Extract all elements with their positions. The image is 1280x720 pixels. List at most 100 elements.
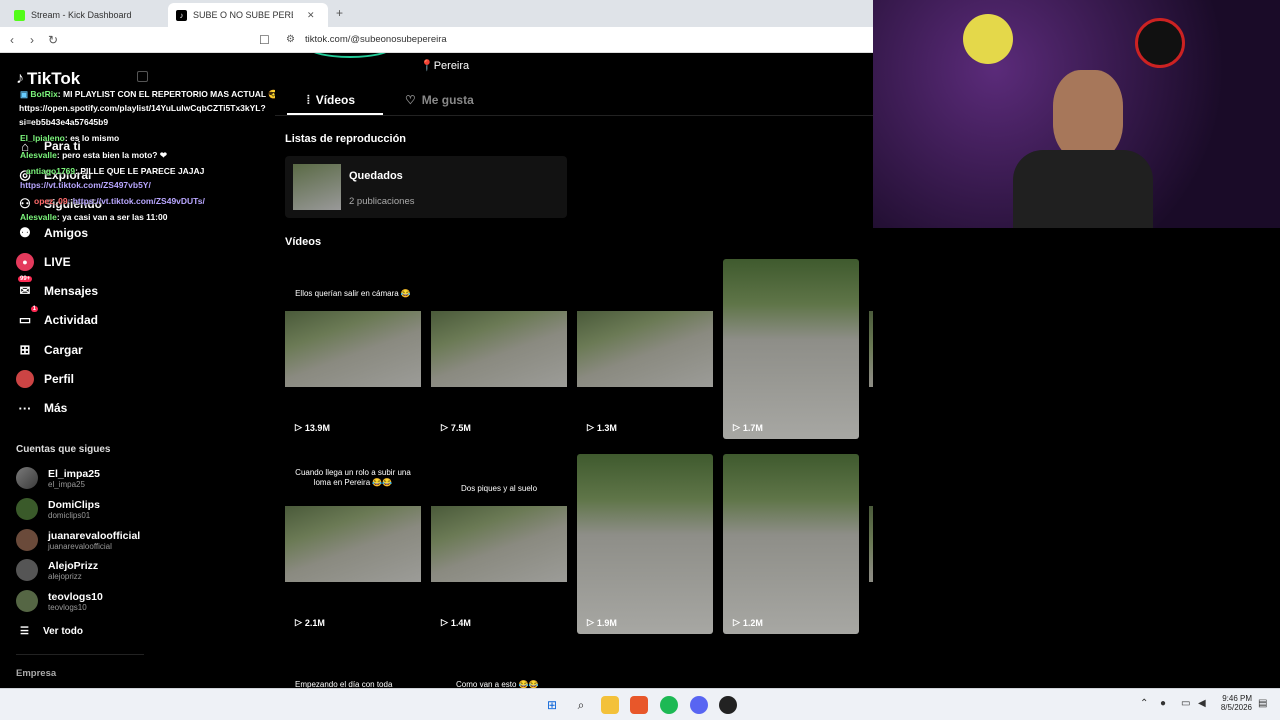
brave-icon[interactable] — [630, 696, 648, 714]
play-icon: ▷ — [295, 422, 302, 432]
video-thumbnail — [285, 506, 421, 582]
windows-start-icon[interactable]: ⊞ — [543, 696, 561, 714]
view-count: ▷ 1.2M — [733, 617, 763, 628]
divider — [275, 115, 873, 116]
close-tab-icon[interactable]: ✕ — [307, 10, 315, 21]
video-card[interactable]: ▷ 7.5M — [431, 259, 567, 439]
chat-badge-icon: ▣ — [20, 89, 29, 99]
file-explorer-icon[interactable] — [601, 696, 619, 714]
view-count: ▷ 7.5M — [441, 422, 471, 433]
following-item[interactable]: juanarevaloofficial juanarevaloofficial — [16, 529, 140, 551]
webcam-overlay — [873, 0, 1280, 228]
play-icon: ▷ — [441, 422, 448, 432]
chat-message: ▣ BotRix: MI PLAYLIST CON EL REPERTORIO … — [20, 89, 279, 99]
notifications-icon[interactable]: ▤ — [1258, 698, 1267, 709]
nav-cargar[interactable]: ⊞ Cargar — [16, 341, 83, 359]
friends-icon: ⚉ — [19, 225, 31, 240]
chevron-up-icon[interactable]: ⌃ — [1140, 698, 1148, 709]
video-caption: Ellos querían salir en cámara 😂 — [295, 289, 411, 298]
footer-empresa[interactable]: Empresa — [16, 668, 56, 679]
url-text[interactable]: tiktok.com/@subeonosubepereira — [305, 34, 447, 45]
person-icon: ⚇ — [19, 196, 31, 211]
nav-live[interactable]: ● LIVE — [16, 253, 71, 271]
nav-perfil[interactable]: Perfil — [16, 370, 74, 388]
video-card[interactable]: ▷ 1.3M — [577, 259, 713, 439]
search-icon[interactable]: ⌕ — [572, 696, 590, 714]
video-card[interactable]: ▷ 1.2M — [723, 454, 859, 634]
tiktok-logo[interactable]: ♪ TikTok — [16, 69, 80, 89]
nav-amigos[interactable]: ⚉ Amigos — [16, 224, 88, 242]
video-thumbnail — [431, 311, 567, 387]
tab-tiktok-profile[interactable]: ♪ SUBE O NO SUBE PEREIRA (@ ✕ — [168, 3, 328, 27]
video-card[interactable]: ▷ 1.9M — [577, 454, 713, 634]
reload-icon[interactable]: ↻ — [48, 33, 58, 47]
following-item[interactable]: AlejoPrizz alejoprizz — [16, 559, 98, 581]
following-item[interactable]: teovlogs10 teovlogs10 — [16, 590, 103, 612]
video-caption: Dos piques y al suelo — [460, 484, 538, 493]
mascot-graphic — [963, 14, 1013, 64]
chat-message: Alesvalle: ya casi van a ser las 11:00 — [20, 212, 168, 222]
nav-mensajes[interactable]: ✉ 99+ Mensajes — [16, 276, 98, 300]
chat-message: antiago1769: PILLE QUE LE PARECE JAJAJ — [26, 166, 205, 176]
playlists-heading: Listas de reproducción — [285, 133, 407, 145]
following-item[interactable]: El_impa25 el_impa25 — [16, 467, 100, 489]
heart-icon: ♡ — [405, 93, 416, 107]
view-count: ▷ 1.7M — [733, 422, 763, 433]
tab-videos[interactable]: ⦙ Vídeos — [307, 93, 355, 108]
activity-icon: ▭ 1 — [18, 306, 38, 327]
video-card[interactable]: Cuando llega un rolo a subir una loma en… — [285, 454, 421, 634]
avatar — [16, 529, 38, 551]
avatar — [16, 467, 38, 489]
mic-icon[interactable]: ● — [1160, 698, 1166, 709]
chat-message: opez_09: https://vt.tiktok.com/ZS49vDUTs… — [34, 196, 205, 206]
address-bar: ‹ › ↻ ☐ ⚙ tiktok.com/@subeonosubepereira — [0, 27, 873, 53]
profile-icon — [16, 370, 34, 388]
video-card[interactable]: ▷ 1.7M — [723, 259, 859, 439]
volume-icon[interactable]: ◀ — [1198, 698, 1206, 709]
divider — [16, 654, 144, 655]
profile-location: 📍Pereira — [420, 60, 470, 72]
forward-icon[interactable]: › — [30, 33, 34, 47]
activity-badge: 1 — [30, 306, 38, 312]
network-icon[interactable]: ▭ — [1181, 698, 1190, 709]
video-card[interactable]: Ellos querían salir en cámara 😂 ▷ 13.9M — [285, 259, 421, 439]
streamer-shirt — [1013, 150, 1153, 228]
collapse-sidebar-icon[interactable] — [137, 71, 148, 82]
view-count: ▷ 1.9M — [587, 617, 617, 628]
chat-message: https://open.spotify.com/playlist/14YuLu… — [19, 103, 266, 113]
messages-icon: ✉ 99+ — [18, 276, 33, 298]
tab-kick-dashboard[interactable]: Stream - Kick Dashboard — [6, 3, 166, 27]
following-heading: Cuentas que sigues — [16, 444, 111, 455]
taskbar: ⊞ ⌕ ⌃ ● ▭ ◀ 9:46 PM 8/5/2026 ▤ — [0, 688, 1280, 720]
playlist-card[interactable]: Quedados 2 publicaciones — [285, 156, 567, 218]
more-icon: ··· — [18, 400, 32, 416]
play-icon: ▷ — [295, 617, 302, 627]
video-thumbnail — [723, 259, 859, 439]
nav-mas[interactable]: ··· Más — [16, 399, 68, 417]
spotify-icon[interactable] — [660, 696, 678, 714]
site-info-icon[interactable]: ⚙ — [286, 34, 295, 45]
tab-me-gusta[interactable]: ♡ Me gusta — [405, 93, 474, 107]
bookmark-icon[interactable]: ☐ — [259, 33, 270, 47]
list-icon: ☰ — [20, 626, 29, 637]
avatar — [16, 498, 38, 520]
video-caption: Como van a esto 😂😂 — [456, 680, 539, 688]
playlist-count: 2 publicaciones — [349, 196, 415, 207]
discord-icon[interactable] — [690, 696, 708, 714]
see-all-link[interactable]: ☰ Ver todo — [20, 626, 83, 637]
video-thumbnail — [577, 454, 713, 634]
new-tab-button[interactable]: + — [336, 6, 343, 20]
video-card[interactable]: Dos piques y al suelo ▷ 1.4M — [431, 454, 567, 634]
view-count: ▷ 1.3M — [587, 422, 617, 433]
nav-actividad[interactable]: ▭ 1 Actividad — [16, 306, 98, 329]
play-icon: ▷ — [733, 617, 740, 627]
following-item[interactable]: DomiClips domiclips01 — [16, 498, 100, 520]
video-caption: Cuando llega un rolo a subir una loma en… — [295, 468, 411, 487]
obs-icon[interactable] — [719, 696, 737, 714]
video-thumbnail — [285, 311, 421, 387]
chat-message: si=eb5b43e4a57645b9 — [19, 117, 109, 127]
video-thumbnail — [577, 311, 713, 387]
clock[interactable]: 9:46 PM 8/5/2026 — [1216, 694, 1252, 712]
back-icon[interactable]: ‹ — [10, 33, 14, 47]
video-thumbnail — [723, 454, 859, 634]
